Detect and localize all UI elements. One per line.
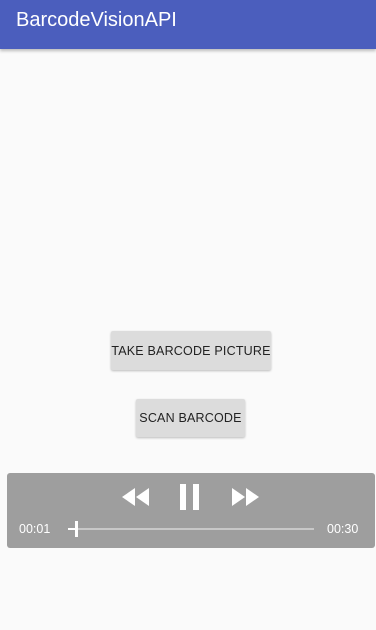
- take-barcode-picture-button[interactable]: TAKE BARCODE PICTURE: [111, 331, 271, 370]
- seek-thumb[interactable]: [75, 521, 78, 537]
- scan-barcode-button[interactable]: SCAN BARCODE: [136, 399, 245, 437]
- app-screen: BarcodeVisionAPI TAKE BARCODE PICTURE SC…: [0, 0, 376, 630]
- app-title: BarcodeVisionAPI: [16, 9, 177, 31]
- current-time: 00:01: [19, 522, 51, 536]
- rewind-icon[interactable]: [122, 488, 150, 506]
- seek-bar[interactable]: [68, 521, 314, 537]
- total-time: 00:30: [327, 522, 359, 536]
- fast-forward-icon[interactable]: [232, 488, 260, 506]
- app-bar: BarcodeVisionAPI: [0, 0, 376, 49]
- media-controller: 00:01 00:30: [7, 473, 375, 548]
- pause-icon[interactable]: [178, 484, 202, 510]
